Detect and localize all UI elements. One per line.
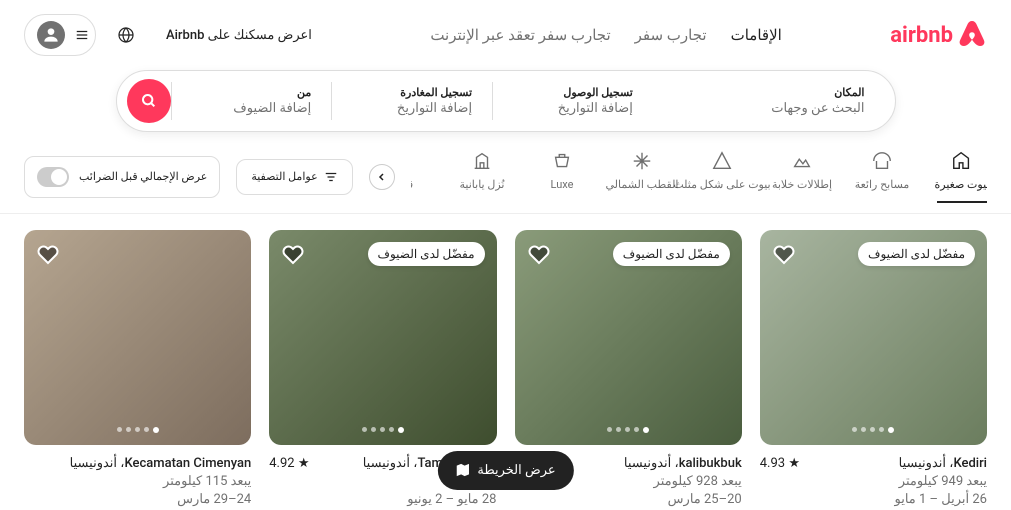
listing-dates: 20–25 مارس	[515, 491, 742, 509]
host-link[interactable]: اعرض مسكنك على Airbnb	[156, 18, 322, 53]
tab-online[interactable]: تجارب سفر تعقد عبر الإنترنت	[430, 18, 610, 52]
filters-button[interactable]: عوامل التصفية	[236, 159, 352, 195]
listing-title: kalibukbuk، أندونيسيا	[624, 455, 742, 473]
listing-dates: 28 مايو – 2 يونيو	[269, 491, 496, 509]
category-item[interactable]: نُزل يابانية	[457, 150, 507, 203]
carousel-dots	[117, 427, 159, 433]
globe-icon[interactable]	[108, 17, 144, 53]
listing-image[interactable]: مفضّل لدى الضيوف	[515, 230, 742, 445]
chevron-left-icon[interactable]	[369, 164, 395, 190]
listing-title: Kediri، أندونيسيا	[899, 455, 987, 473]
toggle-switch[interactable]	[37, 167, 69, 187]
listing-distance: يبعد 949 كيلومتر	[760, 473, 987, 491]
header: airbnb الإقامات تجارب سفر تجارب سفر تعقد…	[0, 0, 1011, 56]
category-item[interactable]: إطلالات خلابة	[777, 150, 827, 203]
user-menu[interactable]	[24, 14, 96, 56]
listing-title: Kecamatan Cimenyan، أندونيسيا	[70, 455, 252, 473]
avatar	[37, 21, 65, 49]
carousel-dots	[362, 427, 404, 433]
category-item[interactable]: قباب	[411, 150, 427, 203]
heart-icon[interactable]	[36, 242, 60, 266]
tab-experiences[interactable]: تجارب سفر	[635, 18, 707, 52]
categories-bar: بيوت صغيرة مسابح رائعة إطلالات خلابة بيوت ع…	[0, 132, 1011, 214]
heart-icon[interactable]	[281, 242, 305, 266]
category-list: بيوت صغيرة مسابح رائعة إطلالات خلابة بيوت ع…	[411, 150, 987, 203]
listing-card[interactable]: مفضّل لدى الضيوف Kediri، أندونيسيا ★ 4.93ي…	[760, 230, 987, 510]
tax-toggle[interactable]: عرض الإجمالي قبل الضرائب	[24, 156, 220, 198]
search-bar: المكان البحث عن وجهات تسجيل الوصول إضافة…	[116, 70, 896, 132]
carousel-dots	[607, 427, 649, 433]
category-item[interactable]: بيوت على شكل مثلث	[697, 150, 747, 203]
category-item[interactable]: مسابح رائعة	[857, 150, 907, 203]
listing-rating: ★ 4.93	[760, 455, 800, 473]
listing-dates: 26 أبريل – 1 مايو	[760, 491, 987, 509]
search-button[interactable]	[127, 79, 171, 123]
listing-card[interactable]: Kecamatan Cimenyan، أندونيسيايبعد 115 كي…	[24, 230, 251, 510]
category-item[interactable]: Luxe	[537, 150, 587, 203]
listing-image[interactable]: مفضّل لدى الضيوف	[760, 230, 987, 445]
show-map-button[interactable]: عرض الخريطة	[437, 451, 573, 490]
heart-icon[interactable]	[772, 242, 796, 266]
logo[interactable]: airbnb	[890, 20, 987, 50]
guest-favorite-badge: مفضّل لدى الضيوف	[368, 242, 485, 266]
category-item[interactable]: القطب الشمالي	[617, 150, 667, 203]
search-checkin[interactable]: تسجيل الوصول إضافة التواريخ	[492, 82, 653, 120]
guest-favorite-badge: مفضّل لدى الضيوف	[858, 242, 975, 266]
search-who[interactable]: من إضافة الضيوف	[171, 82, 332, 120]
listing-dates: 24–29 مارس	[24, 491, 251, 509]
category-item[interactable]: بيوت صغيرة	[937, 150, 987, 203]
listing-rating: ★ 4.92	[269, 455, 309, 473]
search-checkout[interactable]: تسجيل المغادرة إضافة التواريخ	[331, 82, 492, 120]
listing-image[interactable]: مفضّل لدى الضيوف	[269, 230, 496, 445]
guest-favorite-badge: مفضّل لدى الضيوف	[613, 242, 730, 266]
heart-icon[interactable]	[527, 242, 551, 266]
search-where[interactable]: المكان البحث عن وجهات	[653, 82, 885, 120]
carousel-dots	[852, 427, 894, 433]
brand-text: airbnb	[890, 23, 953, 48]
tab-stays[interactable]: الإقامات	[731, 18, 782, 52]
nav-tabs: الإقامات تجارب سفر تجارب سفر تعقد عبر ال…	[430, 18, 782, 52]
listing-image[interactable]	[24, 230, 251, 445]
listing-distance: يبعد 115 كيلومتر	[24, 473, 251, 491]
